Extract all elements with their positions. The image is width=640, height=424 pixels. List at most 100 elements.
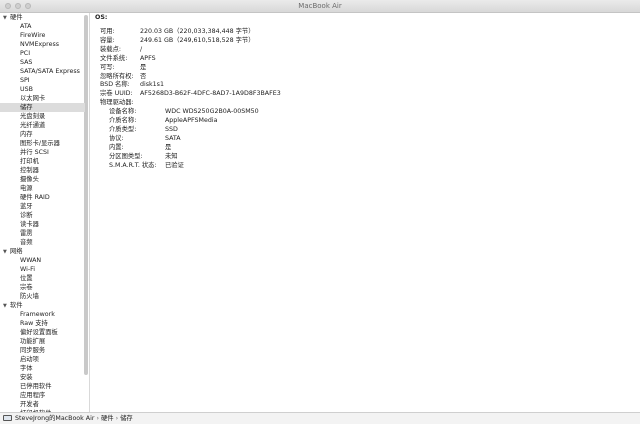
sidebar-item[interactable]: SATA/SATA Express — [20, 67, 80, 76]
sidebar-item[interactable]: 蓝牙 — [20, 202, 33, 211]
sidebar-item[interactable]: PCI — [20, 49, 30, 58]
drive-property-value: SSD — [165, 125, 178, 133]
drive-property-key: 分区图类型: — [109, 152, 143, 160]
sidebar-item-label: 安装 — [20, 374, 33, 381]
drive-property-key: 设备名称: — [109, 108, 137, 116]
sidebar-item-label: 开发者 — [20, 401, 39, 408]
sidebar-item[interactable]: 储存 — [0, 103, 85, 112]
sidebar-item[interactable]: 硬件 RAID — [20, 193, 50, 202]
sidebar-item[interactable]: 字体 — [20, 364, 33, 373]
sidebar-item[interactable]: 电源 — [20, 184, 33, 193]
sidebar-item[interactable]: 安装 — [20, 373, 33, 382]
property-value: APFS — [140, 54, 156, 62]
property-row: 容量: 249.61 GB（249,610,518,528 字节） — [100, 37, 400, 45]
sidebar-item-label: 防火墙 — [20, 293, 39, 300]
system-information-window: MacBook Air ▼ 硬件 ATA FireWire NVMExpress PCI S… — [0, 0, 640, 424]
sidebar-item-label: 同步服务 — [20, 347, 46, 354]
property-row: 忽略所有权: 否 — [100, 73, 400, 81]
sidebar-item-label: 硬件 RAID — [20, 194, 50, 201]
sidebar-item[interactable]: ATA — [20, 22, 31, 31]
sidebar-item[interactable]: 开发者 — [20, 400, 39, 409]
sidebar-item-label: ATA — [20, 23, 32, 30]
sidebar-scrollbar[interactable] — [84, 15, 88, 375]
sidebar-item[interactable]: USB — [20, 85, 33, 94]
property-value: AF5268D3-B62F-4DFC-8AD7-1A9D8F3BAFE3 — [140, 90, 281, 98]
sidebar-group-0[interactable]: ▼ 硬件 — [3, 13, 23, 22]
sidebar-item-label: 电源 — [20, 185, 33, 192]
sidebar-item-label: USB — [20, 86, 33, 93]
breadcrumb-item[interactable]: 储存 — [120, 415, 133, 422]
property-key: 物理驱动器: — [100, 99, 134, 107]
drive-property-key: 介质名称: — [109, 117, 137, 124]
sidebar-item[interactable]: 偏好设置面板 — [20, 328, 58, 337]
sidebar-item-label: 储存 — [20, 104, 33, 111]
sidebar-item[interactable]: 光盘刻录 — [20, 112, 45, 121]
sidebar-group-1[interactable]: ▼ 网络 — [3, 247, 23, 256]
sidebar-item-label: NVMExpress — [20, 41, 60, 48]
sidebar-item[interactable]: Wi-Fi — [20, 265, 35, 274]
sidebar-item-label: 并行 SCSI — [20, 149, 49, 156]
sidebar-item[interactable]: 打印机 — [20, 157, 39, 166]
drive-property-key: 内置: — [109, 143, 124, 151]
sidebar-item[interactable]: 防火墙 — [20, 292, 39, 301]
volume-name: OS: — [95, 14, 108, 21]
property-key: 装载点: — [100, 45, 122, 53]
sidebar-item[interactable]: 宗卷 — [20, 283, 33, 292]
breadcrumb-item[interactable]: SteveJrong的MacBook Air — [15, 415, 94, 422]
sidebar-item-label: 雷雳 — [20, 230, 33, 237]
sidebar-item[interactable]: 光纤通道 — [20, 121, 45, 130]
sidebar-item[interactable]: 并行 SCSI — [20, 148, 49, 157]
sidebar-item-label: 音频 — [20, 239, 33, 246]
sidebar-item[interactable]: Raw 支持 — [20, 319, 48, 328]
property-key: 可写: — [100, 63, 115, 71]
sidebar-item-label: 光盘刻录 — [20, 113, 46, 120]
sidebar-item-label: 启动项 — [20, 356, 39, 363]
sidebar-item[interactable]: WWAN — [20, 256, 41, 265]
sidebar-item[interactable]: 读卡器 — [20, 220, 39, 229]
breadcrumb-item[interactable]: 硬件 — [101, 415, 114, 422]
sidebar-item[interactable]: 雷雳 — [20, 229, 33, 238]
sidebar-item[interactable]: 内存 — [20, 130, 33, 139]
sidebar-item-label: 光纤通道 — [20, 122, 46, 129]
property-value: 是 — [140, 63, 147, 71]
drive-property-key: 介质类型: — [109, 125, 137, 133]
drive-property-key: 协议: — [109, 134, 124, 142]
sidebar-item[interactable]: 已停用软件 — [20, 382, 51, 391]
sidebar-item-label: 摄像头 — [20, 176, 39, 183]
detail-pane: OS: 可用: 220.03 GB（220,033,384,448 字节） 容量: 2… — [91, 13, 640, 412]
sidebar-item-label: SPI — [20, 77, 30, 84]
property-row: 宗卷 UUID: AF5268D3-B62F-4DFC-8AD7-1A9D8F3B… — [100, 90, 400, 98]
window-title: MacBook Air — [298, 2, 342, 10]
disclosure-triangle-icon[interactable]: ▼ — [3, 302, 10, 311]
sidebar-item[interactable]: 应用程序 — [20, 391, 45, 400]
sidebar-item[interactable]: NVMExpress — [20, 40, 59, 49]
sidebar-item-label: 字体 — [20, 365, 33, 372]
sidebar-item[interactable]: 功能扩展 — [20, 337, 45, 346]
disclosure-triangle-icon[interactable]: ▼ — [3, 14, 10, 23]
sidebar-item-label: 功能扩展 — [20, 338, 46, 345]
breadcrumb: SteveJrong的MacBook Air › 硬件 › 储存 — [15, 414, 133, 423]
computer-icon — [3, 415, 12, 421]
sidebar-item[interactable]: 启动项 — [20, 355, 39, 364]
property-row: 可用: 220.03 GB（220,033,384,448 字节） — [100, 28, 400, 36]
sidebar-item-label: 打印机 — [20, 158, 39, 165]
sidebar-group-label: 网络 — [10, 248, 23, 255]
sidebar-item[interactable]: SPI — [20, 76, 30, 85]
sidebar-item[interactable]: 以太网卡 — [20, 94, 45, 103]
drive-property-value: 是 — [165, 143, 172, 151]
sidebar-item[interactable]: SAS — [20, 58, 32, 67]
sidebar-group-2[interactable]: ▼ 软件 — [3, 301, 23, 310]
sidebar-item[interactable]: 音频 — [20, 238, 33, 247]
sidebar-item-label: SAS — [20, 59, 33, 66]
sidebar-item-label: 应用程序 — [20, 392, 46, 399]
sidebar-item[interactable]: 图形卡/显示器 — [20, 139, 60, 148]
sidebar-item[interactable]: 诊断 — [20, 211, 33, 220]
sidebar-item[interactable]: 位置 — [20, 274, 33, 283]
sidebar-item[interactable]: 同步服务 — [20, 346, 45, 355]
sidebar-item[interactable]: FireWire — [20, 31, 45, 40]
sidebar-item-label: 内存 — [20, 131, 33, 138]
sidebar-item[interactable]: 控制器 — [20, 166, 39, 175]
sidebar-item[interactable]: Framework — [20, 310, 55, 319]
sidebar-item[interactable]: 摄像头 — [20, 175, 39, 184]
disclosure-triangle-icon[interactable]: ▼ — [3, 248, 10, 257]
